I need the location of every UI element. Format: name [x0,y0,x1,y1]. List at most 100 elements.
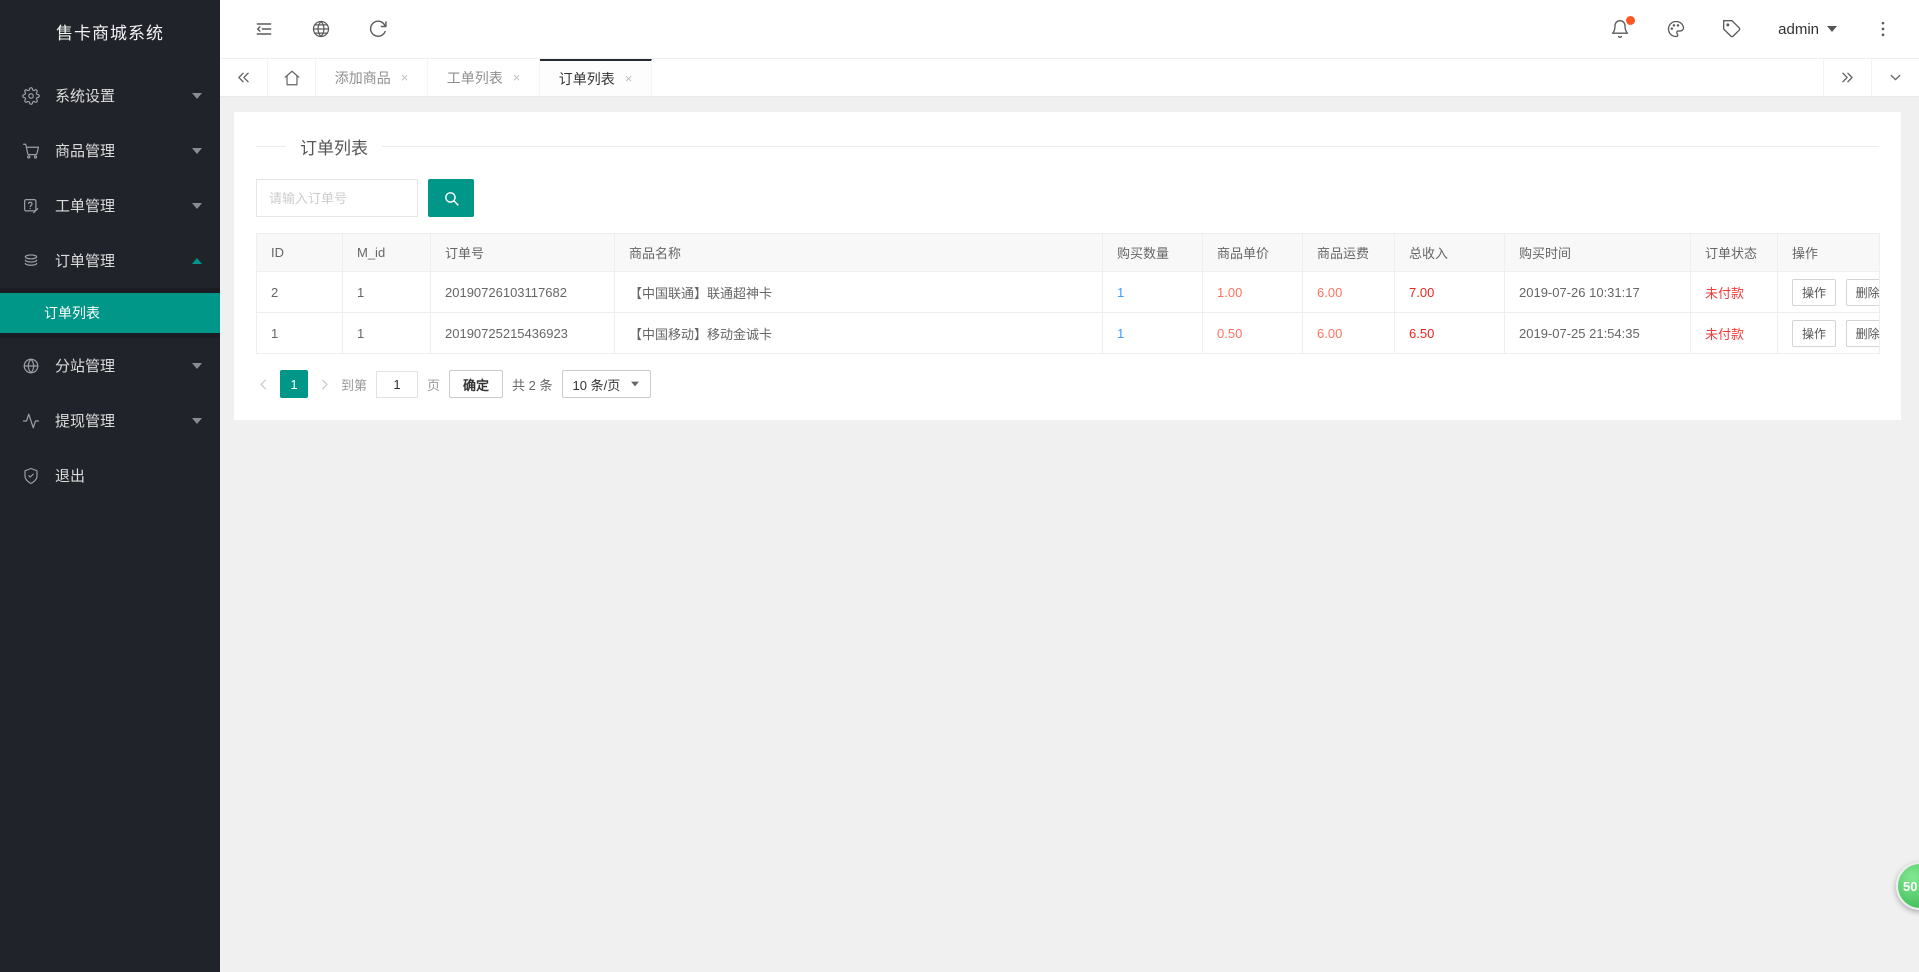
cell-unit-price: 1.00 [1203,272,1303,313]
cell-order-no: 20190725215436923 [431,313,615,354]
cell-order-no: 20190726103117682 [431,272,615,313]
sidebar-item-label: 订单管理 [55,250,192,271]
cell-mid: 1 [343,272,431,313]
refresh-icon[interactable] [368,19,388,39]
search-icon [443,190,460,207]
next-page-icon[interactable] [317,377,332,392]
cell-qty: 1 [1103,272,1203,313]
column-header-total: 总收入 [1395,234,1505,272]
search-button[interactable] [428,179,474,217]
cell-status: 未付款 [1691,272,1778,313]
search-row [256,179,1879,217]
tab-bar: 添加商品 × 工单列表 × 订单列表 × [220,59,1919,97]
tab-add-product[interactable]: 添加商品 × [316,59,428,96]
goto-page-input[interactable] [376,371,418,398]
bell-icon[interactable] [1610,19,1630,39]
page-title: 订单列表 [300,134,368,159]
chevron-down-icon [192,363,202,369]
sidebar-item-system-settings[interactable]: 系统设置 [0,68,220,123]
globe-icon [22,357,40,375]
cell-shipping: 6.00 [1303,313,1395,354]
cell-product: 【中国移动】移动金诚卡 [615,313,1103,354]
prev-page-icon[interactable] [256,377,271,392]
sidebar-submenu: 订单列表 [0,288,220,338]
row-action-button[interactable]: 操作 [1792,320,1836,347]
sidebar-item-withdraw-management[interactable]: 提现管理 [0,393,220,448]
sidebar-item-order-management[interactable]: 订单管理 [0,233,220,288]
home-tab-button[interactable] [268,59,316,96]
column-header-status: 订单状态 [1691,234,1778,272]
scroll-tabs-right-button[interactable] [1823,59,1871,96]
table-row: 1 1 20190725215436923 【中国移动】移动金诚卡 1 0.50… [257,313,1880,354]
cell-mid: 1 [343,313,431,354]
chevron-up-icon [192,258,202,264]
top-navbar: admin [220,0,1919,59]
cart-icon [22,142,40,160]
globe-icon[interactable] [311,19,331,39]
search-input[interactable] [256,179,418,217]
main-area: admin 添加商品 × 工单列表 × [220,0,1919,972]
sidebar-subitem-label: 订单列表 [44,303,100,323]
tab-workorder-list[interactable]: 工单列表 × [428,59,540,96]
cell-total: 7.00 [1395,272,1505,313]
confirm-page-button[interactable]: 确定 [449,370,503,398]
column-header-order-no: 订单号 [431,234,615,272]
content-area: 订单列表 [220,97,1919,972]
tab-label: 工单列表 [447,68,503,88]
chevron-down-icon [631,382,639,387]
row-action-button[interactable]: 操作 [1792,279,1836,306]
chevron-down-icon [192,93,202,99]
row-delete-button[interactable]: 删除 [1846,320,1880,347]
page-size-select[interactable]: 10 条/页 [562,370,652,398]
tag-icon[interactable] [1722,19,1742,39]
close-icon[interactable]: × [401,70,409,85]
cell-time: 2019-07-25 21:54:35 [1505,313,1691,354]
sidebar-item-label: 工单管理 [55,195,192,216]
notification-badge [1626,16,1635,25]
kebab-menu-icon[interactable] [1873,19,1893,39]
sidebar-item-label: 商品管理 [55,140,192,161]
sidebar-item-workorder-management[interactable]: 工单管理 [0,178,220,233]
sidebar-item-product-management[interactable]: 商品管理 [0,123,220,178]
user-name: admin [1778,21,1819,38]
pulse-icon [22,412,40,430]
page-size-value: 10 条/页 [573,375,621,394]
collapse-menu-icon[interactable] [254,19,274,39]
navbar-right-icons: admin [1610,19,1893,39]
table-row: 2 1 20190726103117682 【中国联通】联通超神卡 1 1.00… [257,272,1880,313]
goto-label: 到第 [341,375,367,394]
scroll-tabs-left-button[interactable] [220,59,268,96]
sidebar-item-label: 分站管理 [55,355,192,376]
column-header-unit-price: 商品单价 [1203,234,1303,272]
legend-line [382,146,1879,147]
close-icon[interactable]: × [513,70,521,85]
legend-line [256,146,286,147]
cell-unit-price: 0.50 [1203,313,1303,354]
close-icon[interactable]: × [625,71,633,86]
cell-actions: 操作 删除 [1778,272,1880,313]
layers-icon [22,252,40,270]
cell-product: 【中国联通】联通超神卡 [615,272,1103,313]
page-number-active[interactable]: 1 [280,370,308,398]
column-header-qty: 购买数量 [1103,234,1203,272]
column-header-product: 商品名称 [615,234,1103,272]
row-delete-button[interactable]: 删除 [1846,279,1880,306]
cell-id: 1 [257,313,343,354]
sidebar-item-label: 系统设置 [55,85,192,106]
floating-service-label: 50 [1903,879,1917,894]
chevron-down-icon [192,148,202,154]
palette-icon[interactable] [1666,19,1686,39]
tab-label: 添加商品 [335,68,391,88]
tab-options-dropdown-button[interactable] [1871,59,1919,96]
user-menu[interactable]: admin [1778,21,1837,38]
sidebar: 售卡商城系统 系统设置 商品管理 工单管理 [0,0,220,972]
sidebar-item-substation-management[interactable]: 分站管理 [0,338,220,393]
tab-order-list[interactable]: 订单列表 × [540,59,652,96]
cell-id: 2 [257,272,343,313]
work-order-icon [22,197,40,215]
cell-shipping: 6.00 [1303,272,1395,313]
sidebar-item-logout[interactable]: 退出 [0,448,220,503]
app-title: 售卡商城系统 [0,0,220,62]
sidebar-subitem-order-list[interactable]: 订单列表 [0,293,220,333]
cell-actions: 操作 删除 [1778,313,1880,354]
